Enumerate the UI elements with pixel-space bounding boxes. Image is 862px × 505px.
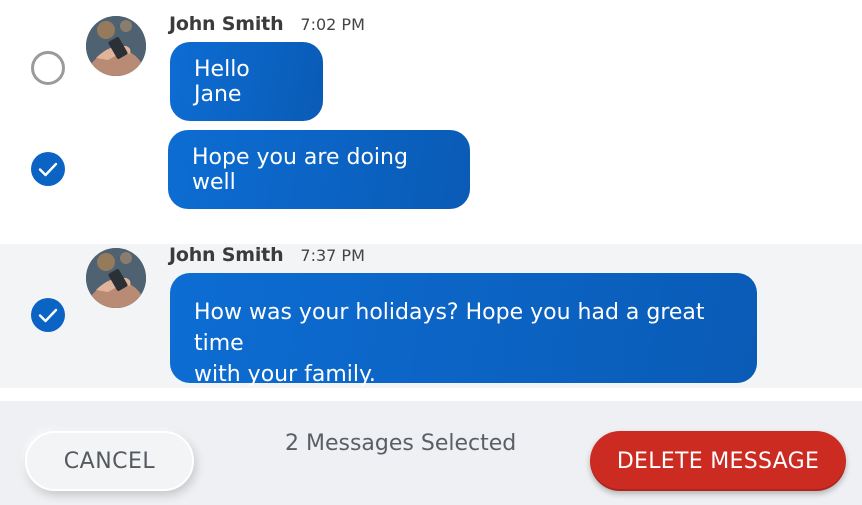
check-icon <box>38 308 58 323</box>
avatar[interactable] <box>86 16 146 76</box>
message-bubble[interactable]: Hello Jane <box>170 42 323 121</box>
message-time: 7:37 PM <box>300 246 365 265</box>
select-message-3[interactable] <box>31 298 65 332</box>
selection-action-bar: CANCEL 2 Messages Selected DELETE MESSAG… <box>0 401 862 505</box>
message-text: Hope you are doing well <box>192 144 408 195</box>
message-text-line: with your family. <box>194 362 376 387</box>
message-bubble[interactable]: How was your holidays? Hope you had a gr… <box>170 273 757 387</box>
select-message-1[interactable] <box>31 51 65 85</box>
cancel-button[interactable]: CANCEL <box>25 431 194 491</box>
sender-name: John Smith <box>169 13 284 35</box>
message-bubble[interactable]: Hope you are doing well <box>168 130 470 209</box>
message-text: How was your holidays? Hope you had a gr… <box>194 297 733 390</box>
avatar[interactable] <box>86 248 146 308</box>
message-header: John Smith 7:37 PM <box>169 244 365 268</box>
message-text: Hello Jane <box>194 56 250 107</box>
message-header: John Smith 7:02 PM <box>169 13 365 37</box>
message-text-line: How was your holidays? Hope you had a gr… <box>194 300 705 356</box>
selected-count-label: 2 Messages Selected <box>285 431 517 456</box>
delete-message-button[interactable]: DELETE MESSAGE <box>590 431 846 491</box>
select-message-2[interactable] <box>31 152 65 186</box>
message-group-2: John Smith 7:37 PM How was your holidays… <box>0 244 862 388</box>
message-group-1: John Smith 7:02 PM Hello Jane Hope you a… <box>0 0 862 240</box>
message-time: 7:02 PM <box>300 15 365 34</box>
sender-name: John Smith <box>169 244 284 266</box>
check-icon <box>38 162 58 177</box>
